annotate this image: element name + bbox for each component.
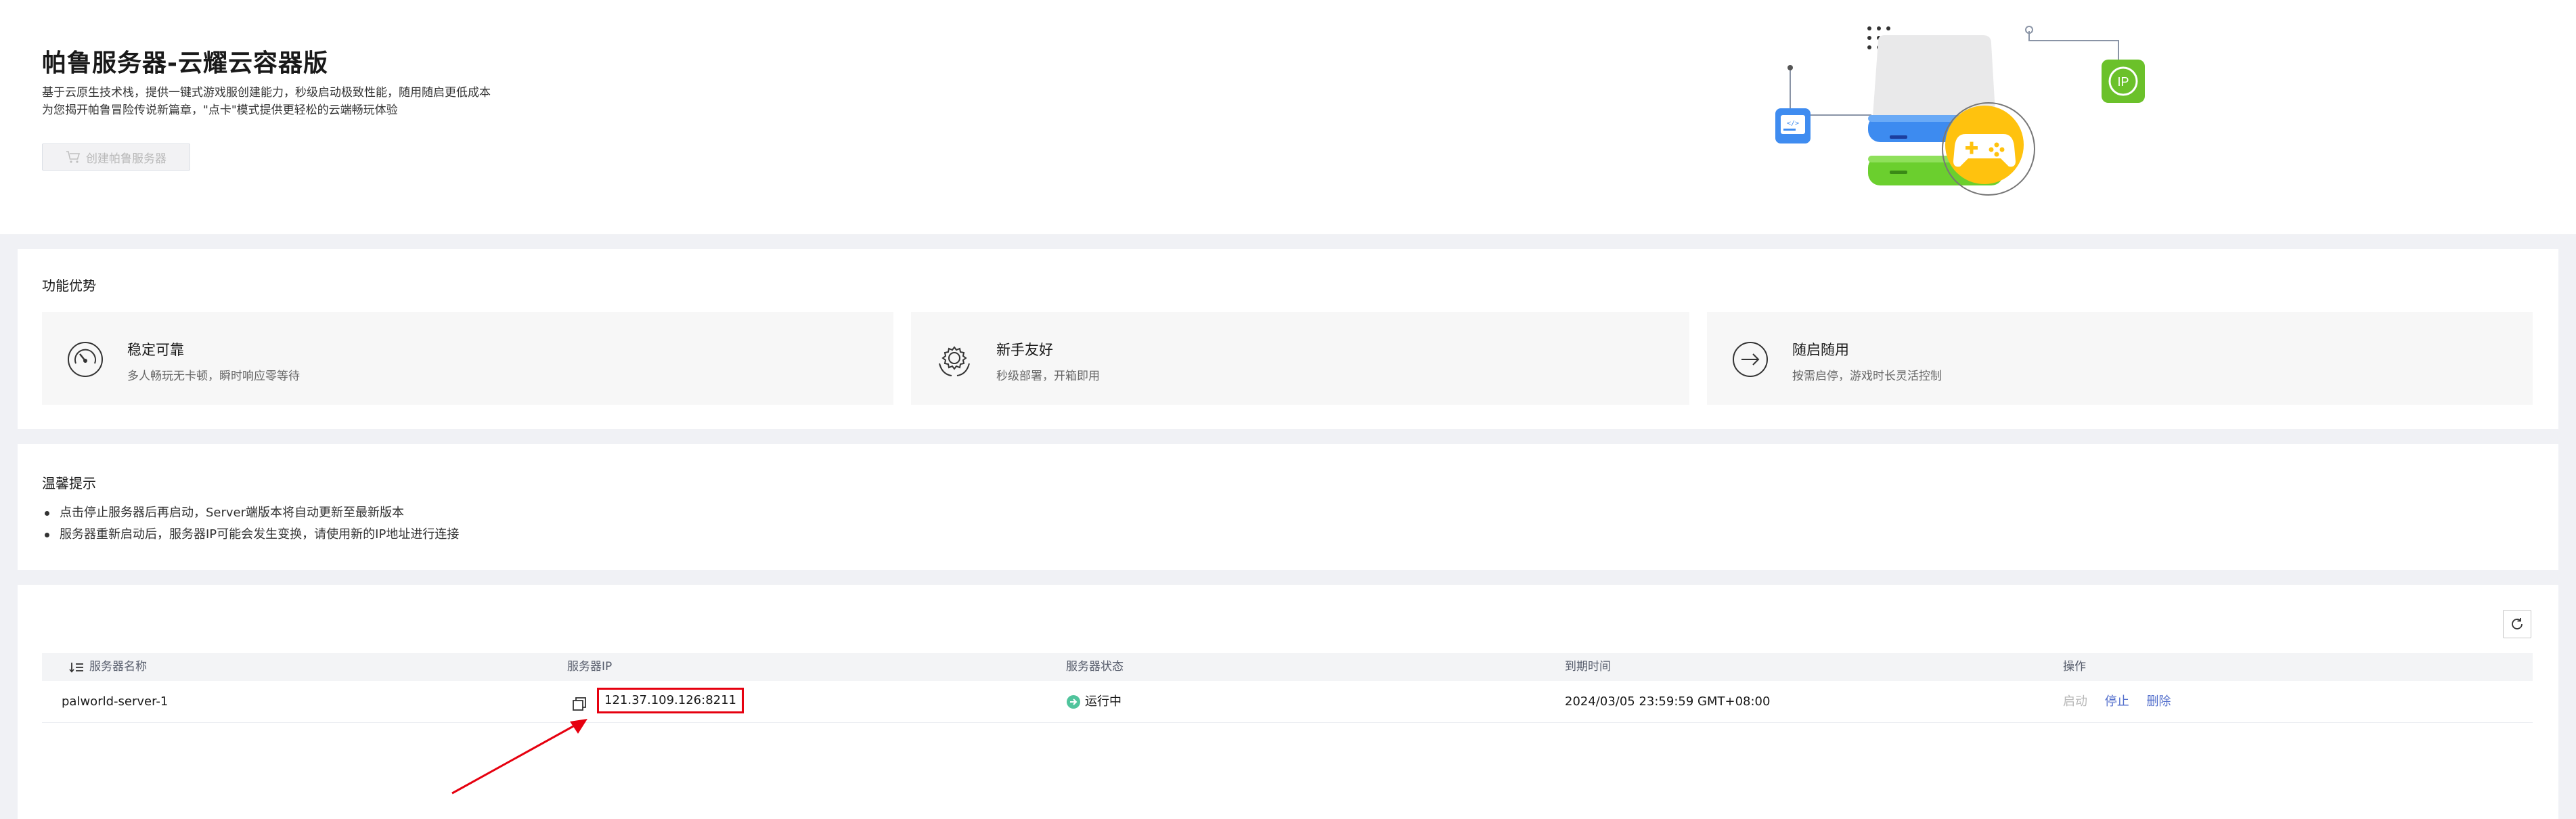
feature-subtitle: 多人畅玩无卡顿，瞬时响应零等待 [127,370,300,383]
column-header-status: 服务器状态 [1066,660,1124,673]
hero-description: 基于云原生技术栈，提供一键式游戏服创建能力，秒级启动极致性能，随用随启更低成本 … [42,84,556,119]
refresh-icon [2512,618,2523,629]
arrow-circle-icon [1733,342,1768,377]
cart-icon [66,151,81,163]
svg-text:</>: </> [1787,120,1799,127]
column-header-name[interactable]: 服务器名称 [69,653,147,681]
column-header-label: 服务器名称 [89,660,147,673]
server-status: 运行中 [1066,681,1122,723]
feature-item-friendly: 新手友好 秒级部署，开箱即用 [911,312,1689,405]
feature-item-stable: 稳定可靠 多人畅玩无卡顿，瞬时响应零等待 [42,312,893,405]
hero-banner: 帕鲁服务器-云耀云容器版 基于云原生技术栈，提供一键式游戏服创建能力，秒级启动极… [0,0,2576,234]
hero-desc-line-2: 为您揭开帕鲁冒险传说新篇章，"点卡"模式提供更轻松的云端畅玩体验 [42,104,398,117]
column-header-actions: 操作 [2063,660,2086,673]
column-header-expire: 到期时间 [1565,660,1611,673]
table-row: palworld-server-1 121.37.109.126:8211 运行… [42,681,2533,723]
delete-button[interactable]: 删除 [2146,694,2171,709]
feature-title: 随启随用 [1792,342,1849,358]
page-title: 帕鲁服务器-云耀云容器版 [42,49,328,77]
svg-text:IP: IP [2117,75,2129,89]
sort-icon [69,662,83,673]
server-table-card: 服务器名称 服务器IP 服务器状态 到期时间 操作 palworld-serve… [18,585,2558,819]
gauge-icon [68,342,103,377]
copy-icon[interactable] [571,696,587,712]
column-header-ip: 服务器IP [567,660,613,673]
refresh-button[interactable] [2503,610,2531,638]
feature-subtitle: 秒级部署，开箱即用 [996,370,1100,383]
status-label: 运行中 [1085,694,1122,709]
tips-list: 点击停止服务器后再启动，Server端版本将自动更新至最新版本 服务器重新启动后… [42,502,459,546]
create-server-label: 创建帕鲁服务器 [86,152,166,166]
row-actions: 启动 停止 删除 [2063,681,2184,723]
feature-subtitle: 按需启停，游戏时长灵活控制 [1792,370,1942,383]
server-name: palworld-server-1 [62,694,169,709]
feature-title: 稳定可靠 [127,342,184,358]
ip-badge-icon: IP [2102,60,2145,103]
expire-time: 2024/03/05 23:59:59 GMT+08:00 [1565,694,1771,709]
code-window-icon: </> [1775,108,1811,143]
table-header: 服务器名称 服务器IP 服务器状态 到期时间 操作 [42,653,2533,681]
start-button[interactable]: 启动 [2063,694,2087,709]
feature-title: 新手友好 [996,342,1053,358]
features-card: 功能优势 稳定可靠 多人畅玩无卡顿，瞬时响应零等待 新手友好 秒级部署，开箱即用… [18,249,2558,429]
server-ip: 121.37.109.126:8211 [597,688,745,713]
annotation-arrow-icon [451,719,587,795]
features-title: 功能优势 [42,278,96,294]
hero-illustration: </> IP [1775,26,2145,196]
running-status-icon [1067,695,1080,709]
feature-item-ondemand: 随启随用 按需启停，游戏时长灵活控制 [1707,312,2533,405]
hero-desc-line-1: 基于云原生技术栈，提供一键式游戏服创建能力，秒级启动极致性能，随用随启更低成本 [42,86,491,99]
tips-card: 温馨提示 点击停止服务器后再启动，Server端版本将自动更新至最新版本 服务器… [18,444,2558,570]
tips-title: 温馨提示 [42,475,96,491]
gear-icon [939,346,970,376]
tip-item: 服务器重新启动后，服务器IP可能会发生变换，请使用新的IP地址进行连接 [42,524,459,546]
create-server-button[interactable]: 创建帕鲁服务器 [42,143,190,171]
stop-button[interactable]: 停止 [2105,694,2129,709]
tip-item: 点击停止服务器后再启动，Server端版本将自动更新至最新版本 [42,502,459,524]
